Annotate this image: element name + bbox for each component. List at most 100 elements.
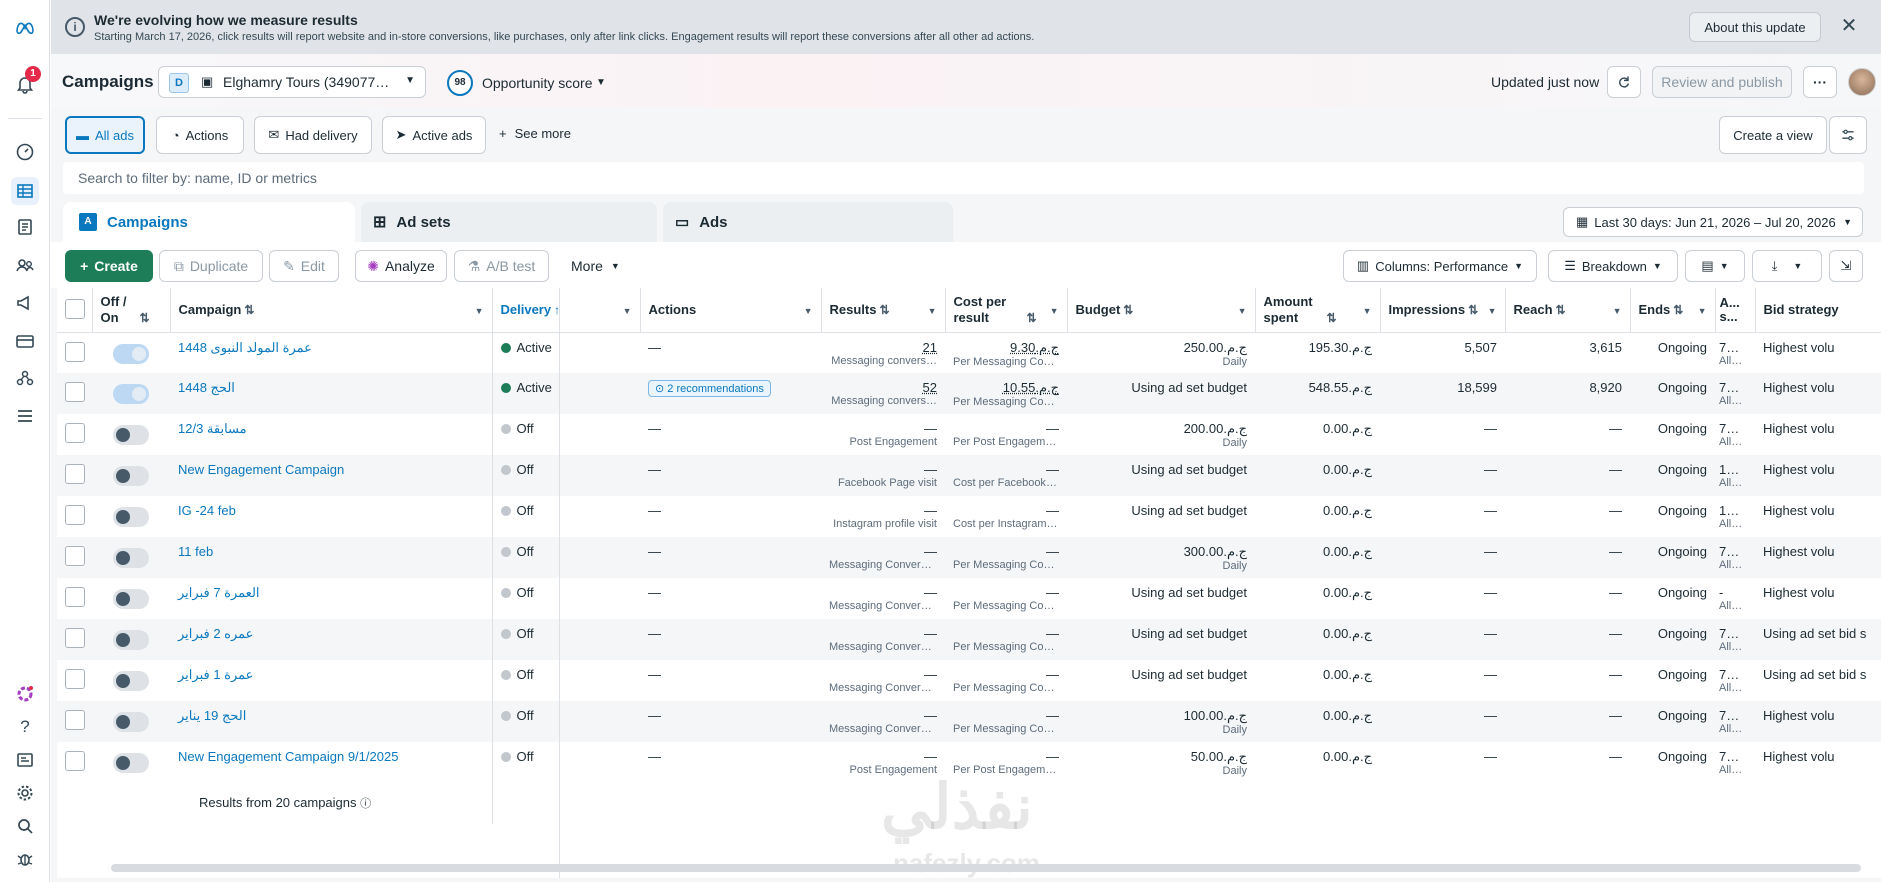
row-select-cell[interactable] [57,455,92,496]
review-publish-button[interactable]: Review and publish [1652,66,1792,98]
campaign-toggle[interactable] [113,548,149,568]
tab-campaigns[interactable]: A Campaigns [63,202,355,242]
columns-dropdown[interactable]: ▥ Columns: Performance ▼ [1343,250,1537,282]
audiences-icon[interactable] [11,251,39,279]
chevron-down-icon[interactable]: ▼ [1363,306,1372,316]
chevron-down-icon[interactable]: ▼ [475,306,484,316]
budget-value[interactable]: Using ad set budget [1075,503,1247,518]
row-checkbox[interactable] [65,382,85,402]
toggle-cell[interactable] [92,660,170,701]
col-actions[interactable]: Actions ▼ [640,288,822,333]
results-value[interactable]: — [829,462,937,477]
about-update-button[interactable]: About this update [1689,12,1821,42]
table-row[interactable]: عمرة 1 فبراير Off — — Messaging Conversa…… [57,660,1881,701]
row-select-cell[interactable] [57,332,92,373]
reports-icon[interactable] [11,213,39,241]
campaign-name-cell[interactable]: مسابقة 12/3 [170,414,493,455]
results-value[interactable]: 21 [829,340,937,355]
row-select-cell[interactable] [57,496,92,537]
campaign-toggle[interactable] [113,343,149,364]
tab-ads[interactable]: ▭ Ads [663,202,953,242]
analyze-button[interactable]: ✺ Analyze [355,250,447,282]
cpr-value[interactable]: ج.م.9.30 [953,340,1059,356]
campaign-name-cell[interactable]: عمره 2 فبراير [170,619,493,660]
export-dropdown[interactable]: ⤓ ▼ [1752,250,1822,282]
opportunity-score-ring[interactable]: 98 [447,70,473,96]
row-select-cell[interactable] [57,537,92,578]
results-value[interactable]: — [829,626,937,641]
view-actions[interactable]: ◔ Actions [156,116,244,154]
chevron-down-icon[interactable]: ▼ [1488,306,1497,316]
row-select-cell[interactable] [57,742,92,783]
table-row[interactable]: الحج 19 يناير Off — — Messaging Conversa…… [57,701,1881,742]
row-checkbox[interactable] [65,505,85,525]
campaign-toggle[interactable] [113,671,149,691]
advertise-megaphone-icon[interactable] [11,289,39,317]
sort-icon[interactable]: ⇅ [1123,303,1133,317]
row-checkbox[interactable] [65,464,85,484]
chevron-down-icon[interactable]: ▼ [1613,306,1622,316]
row-checkbox[interactable] [65,546,85,566]
budget-cell[interactable]: Using ad set budget [1067,455,1255,496]
news-feed-icon[interactable] [11,746,39,774]
notifications-bell-icon[interactable]: 1 [11,66,41,98]
settings-gear-icon[interactable] [11,779,39,807]
budget-cell[interactable]: Using ad set budget [1067,496,1255,537]
results-value[interactable]: — [829,421,937,436]
view-active-ads[interactable]: ➤ Active ads [382,116,486,154]
campaign-name-link[interactable]: العمرة 7 فبراير [178,585,260,600]
results-value[interactable]: 52 [829,380,937,395]
row-checkbox[interactable] [65,669,85,689]
budget-cell[interactable]: ج.م.300.00 Daily [1067,537,1255,578]
toggle-cell[interactable] [92,619,170,660]
cpr-value[interactable]: ج.م.10.55 [953,380,1059,396]
search-filter-input[interactable]: Search to filter by: name, ID or metrics [63,162,1864,194]
budget-value[interactable]: Using ad set budget [1075,626,1247,641]
budget-value[interactable]: Using ad set budget [1075,667,1247,682]
opportunity-score-label[interactable]: Opportunity score [482,75,593,91]
select-all-checkbox[interactable] [65,299,85,320]
toggle-cell[interactable] [92,742,170,783]
campaign-name-link[interactable]: New Engagement Campaign [178,462,344,477]
table-row[interactable]: الحج 1448 Active ⊙ 2 recommendations 52 M… [57,373,1881,414]
create-button[interactable]: + Create [65,250,153,282]
view-all-ads[interactable]: ▬ All ads [65,116,145,154]
budget-cell[interactable]: Using ad set budget [1067,660,1255,701]
toggle-cell[interactable] [92,455,170,496]
reports-dropdown[interactable]: ▤ ▼ [1685,250,1745,282]
cpr-value[interactable]: — [953,626,1059,641]
recommendations-badge[interactable]: ⊙ 2 recommendations [648,380,771,397]
row-checkbox[interactable] [65,710,85,730]
chevron-down-icon[interactable]: ▼ [1698,306,1707,316]
campaign-name-cell[interactable]: عمرة المولد النبوى 1448 [170,332,493,373]
col-impressions[interactable]: Impressions ⇅ ▼ [1380,288,1506,333]
row-select-cell[interactable] [57,660,92,701]
date-range-picker[interactable]: ▦ Last 30 days: Jun 21, 2026 – Jul 20, 2… [1563,207,1863,237]
info-icon[interactable]: ⓘ [360,798,371,810]
meta-logo-icon[interactable] [11,14,39,42]
campaign-name-link[interactable]: New Engagement Campaign 9/1/2025 [178,749,398,764]
results-value[interactable]: — [829,708,937,723]
cpr-value[interactable]: — [953,585,1059,600]
table-row[interactable]: مسابقة 12/3 Off — — Post Engagement — Per … [57,414,1881,455]
campaign-name-cell[interactable]: عمرة 1 فبراير [170,660,493,701]
campaign-toggle[interactable] [113,712,149,732]
budget-cell[interactable]: Using ad set budget [1067,373,1255,414]
chevron-down-icon[interactable]: ▼ [596,77,606,88]
budget-cell[interactable]: Using ad set budget [1067,578,1255,619]
menu-hamburger-icon[interactable] [11,402,39,430]
overview-gauge-icon[interactable] [11,138,39,166]
budget-cell[interactable]: ج.م.50.00 Daily [1067,742,1255,783]
budget-value[interactable]: Using ad set budget [1075,462,1247,477]
budget-cell[interactable]: ج.م.250.00 Daily [1067,332,1255,373]
create-view-button[interactable]: Create a view [1719,116,1827,154]
chevron-down-icon[interactable]: ▼ [928,306,937,316]
campaign-name-cell[interactable]: الحج 19 يناير [170,701,493,742]
campaign-toggle[interactable] [113,753,149,773]
expand-panel-icon[interactable]: ⇲ [1829,250,1863,282]
view-had-delivery[interactable]: ✉ Had delivery [254,116,372,154]
table-row[interactable]: New Engagement Campaign Off — — Facebook … [57,455,1881,496]
budget-value[interactable]: ج.م.100.00 [1075,708,1247,724]
toggle-cell[interactable] [92,373,170,414]
campaign-name-link[interactable]: الحج 19 يناير [178,708,246,723]
